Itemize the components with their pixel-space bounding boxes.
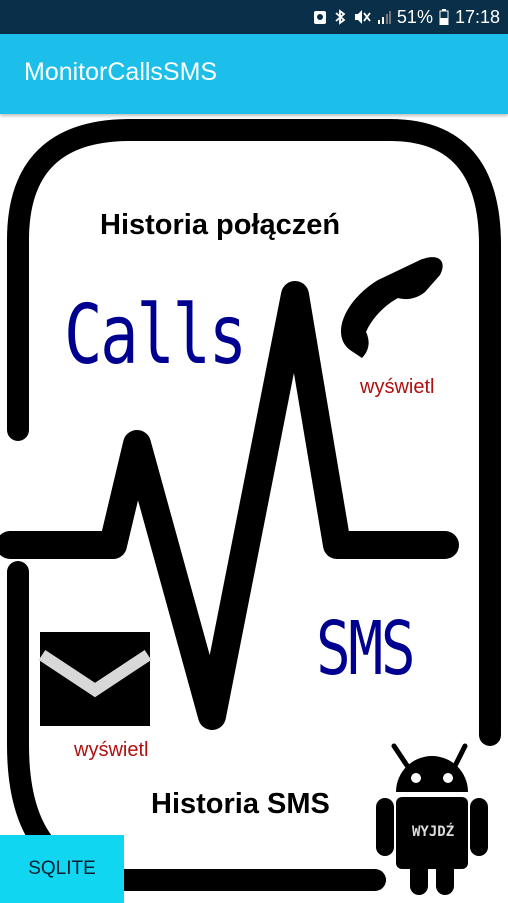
android-notification-icon [313,9,327,25]
exit-button[interactable]: WYJDŹ [412,824,454,840]
sms-word: SMS [316,606,416,692]
signal-icon [377,9,391,25]
bluetooth-icon [333,9,347,25]
battery-icon [439,9,449,26]
sms-history-heading: Historia SMS [151,788,330,820]
battery-percent: 51% [396,6,433,27]
calls-word: Calls [64,288,247,383]
android-robot [376,743,488,895]
show-sms-link[interactable]: wyświetl [74,739,148,762]
envelope-icon [38,632,152,726]
show-calls-link[interactable]: wyświetl [360,376,434,399]
app-bar: MonitorCallsSMS [0,34,508,114]
status-bar: 51% 17:18 [0,0,508,34]
app-title: MonitorCallsSMS [24,58,218,86]
calls-history-heading: Historia połączeń [100,209,341,241]
phone-icon [340,257,443,358]
clock: 17:18 [454,6,500,27]
mute-icon [353,9,371,25]
sqlite-button[interactable]: SQLITE [0,835,124,903]
